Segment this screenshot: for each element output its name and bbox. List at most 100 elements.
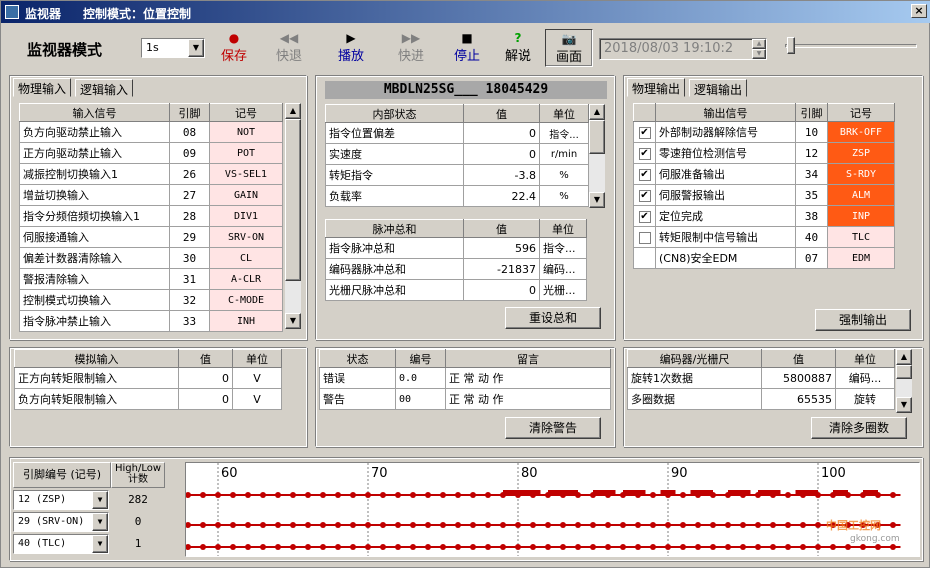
slider-thumb[interactable] xyxy=(787,37,795,54)
zsp-high-pulse xyxy=(863,490,878,496)
table-row[interactable]: 负方向转矩限制输入 0 V xyxy=(14,388,282,410)
table-row[interactable]: 错误 0.0 正 常 动 作 xyxy=(319,367,611,389)
table-row[interactable]: 警告 00 正 常 动 作 xyxy=(319,388,611,410)
table-row[interactable]: 减振控制切换输入1 26 VS-SEL1 xyxy=(19,163,283,185)
signal-select[interactable]: 29 (SRV-ON) ▼ xyxy=(13,512,109,532)
table-row[interactable]: 指令分频倍频切换输入1 28 DIV1 xyxy=(19,205,283,227)
status-message: 正 常 动 作 xyxy=(445,388,611,410)
input-pin: 32 xyxy=(169,289,210,311)
camera-icon: 📷 xyxy=(561,32,577,46)
output-signal-name: 零速箝位检测信号 xyxy=(655,142,796,164)
play-button[interactable]: ▶ 播放 xyxy=(331,31,371,64)
spin-up-icon[interactable]: ▲ xyxy=(752,39,766,49)
rewind-button[interactable]: ◀◀ 快退 xyxy=(269,31,309,64)
sample-point xyxy=(575,544,581,550)
stop-button[interactable]: ■ 停止 xyxy=(449,31,485,64)
reset-sum-button[interactable]: 重设总和 xyxy=(505,307,601,329)
save-button[interactable]: ● 保存 xyxy=(215,31,253,64)
scroll-up-icon[interactable]: ▲ xyxy=(896,349,912,365)
table-row[interactable]: ✔ 零速箝位检测信号 12 ZSP xyxy=(633,142,895,164)
explain-button[interactable]: ? 解说 xyxy=(499,31,537,64)
tab-logical-output[interactable]: 逻辑输出 xyxy=(689,79,748,97)
output-checkbox[interactable]: ✔ xyxy=(638,168,651,181)
sample-point xyxy=(695,522,701,528)
table-row[interactable]: 光栅尺脉冲总和 0 光栅... xyxy=(325,279,587,301)
output-symbol: ZSP xyxy=(827,142,895,164)
clear-warning-button[interactable]: 清除警告 xyxy=(505,417,601,439)
table-row[interactable]: 转矩指令 -3.8% xyxy=(325,164,589,186)
scroll-thumb[interactable] xyxy=(285,119,301,281)
scroll-down-icon[interactable]: ▼ xyxy=(589,192,605,208)
forward-button[interactable]: ▶▶ 快进 xyxy=(391,31,431,64)
clear-multiturn-button[interactable]: 清除多圈数 xyxy=(811,417,907,439)
table-row[interactable]: 指令脉冲禁止输入 33 INH xyxy=(19,310,283,332)
scroll-down-icon[interactable]: ▼ xyxy=(896,397,912,413)
col-value: 值 xyxy=(761,349,836,368)
table-row[interactable]: 增益切换输入 27 GAIN xyxy=(19,184,283,206)
input-scrollbar[interactable]: ▲ ▼ xyxy=(285,103,301,329)
table-row[interactable]: 偏差计数器清除输入 30 CL xyxy=(19,247,283,269)
output-checkbox[interactable]: ✔ xyxy=(638,126,651,139)
sample-point xyxy=(186,492,191,498)
signal-select[interactable]: 40 (TLC) ▼ xyxy=(13,534,109,554)
table-row[interactable]: 指令脉冲总和 596 指令... xyxy=(325,237,587,259)
table-row[interactable]: ✔ 伺服准备输出 34 S-RDY xyxy=(633,163,895,185)
table-row[interactable]: ✔ 定位完成 38 INP xyxy=(633,205,895,227)
scroll-up-icon[interactable]: ▲ xyxy=(285,103,301,119)
status-table: 状态 编号 留言 错误 0.0 正 常 动 作警告 00 正 常 动 作 xyxy=(319,349,611,410)
table-row[interactable]: 负载率 22.4% xyxy=(325,185,589,207)
table-row[interactable]: 负方向驱动禁止输入 08 NOT xyxy=(19,121,283,143)
input-pin: 28 xyxy=(169,205,210,227)
output-checkbox[interactable] xyxy=(638,231,651,244)
window-title: 监视器 xyxy=(25,7,62,21)
signal-select[interactable]: 12 (ZSP) ▼ xyxy=(13,490,109,510)
output-checkbox[interactable]: ✔ xyxy=(638,147,651,160)
col-value: 值 xyxy=(178,349,233,368)
internal-scrollbar[interactable]: ▲ ▼ xyxy=(589,104,605,208)
scroll-up-icon[interactable]: ▲ xyxy=(589,104,605,120)
table-row[interactable]: 控制模式切换输入 32 C-MODE xyxy=(19,289,283,311)
scroll-thumb[interactable] xyxy=(589,120,605,154)
table-row[interactable]: 实速度 0 r/min xyxy=(325,143,589,165)
sample-point xyxy=(620,544,626,550)
table-row[interactable]: 指令位置偏差 0 指令... xyxy=(325,122,589,144)
scroll-thumb[interactable] xyxy=(896,365,912,379)
physical-output-table: 输出信号 引脚 记号 ✔ 外部制动器解除信号 10 BRK-OFF ✔ 零速箝位检测信号 12 Z… xyxy=(633,103,895,269)
table-row[interactable]: 转矩限制中信号输出 40 TLC xyxy=(633,226,895,248)
force-output-button[interactable]: 强制输出 xyxy=(815,309,911,331)
scroll-down-icon[interactable]: ▼ xyxy=(285,313,301,329)
table-row[interactable]: 旋转1次数据 5800887 编码... xyxy=(627,367,895,389)
table-row[interactable]: 伺服接通输入 29 SRV-ON xyxy=(19,226,283,248)
table-row[interactable]: ✔ 外部制动器解除信号 10 BRK-OFF xyxy=(633,121,895,143)
pulse-sum-unit: 编码... xyxy=(539,258,587,280)
spin-down-icon[interactable]: ▼ xyxy=(752,49,766,59)
tab-physical-input[interactable]: 物理输入 xyxy=(13,78,72,97)
output-pin: 12 xyxy=(795,142,828,164)
sample-point xyxy=(785,522,791,528)
close-button[interactable]: × xyxy=(911,4,927,18)
output-checkbox[interactable]: ✔ xyxy=(638,189,651,202)
col-unit: 单位 xyxy=(539,219,587,238)
table-row[interactable]: 警报清除输入 31 A-CLR xyxy=(19,268,283,290)
signal-header-pin-label: 引脚编号 (记号) xyxy=(22,468,102,481)
output-checkbox[interactable]: ✔ xyxy=(638,210,651,223)
sample-point xyxy=(470,522,476,528)
table-row[interactable]: 正方向驱动禁止输入 09 POT xyxy=(19,142,283,164)
playback-slider[interactable] xyxy=(785,44,917,48)
interval-select[interactable]: 1s ▼ xyxy=(141,38,205,58)
datetime-field[interactable]: 2018/08/03 19:10:2 ▲ ▼ xyxy=(599,38,767,60)
pulse-sum-name: 编码器脉冲总和 xyxy=(325,258,464,280)
tab-logical-input[interactable]: 逻辑输入 xyxy=(75,79,134,97)
encoder-scrollbar[interactable]: ▲ ▼ xyxy=(896,349,912,413)
table-row[interactable]: (CN8)安全EDM 07 EDM xyxy=(633,247,895,269)
table-row[interactable]: 多圈数据 65535 旋转 xyxy=(627,388,895,410)
sample-point xyxy=(245,492,251,498)
table-row[interactable]: ✔ 伺服警报输出 35 ALM xyxy=(633,184,895,206)
sample-point xyxy=(695,544,701,550)
tab-physical-output[interactable]: 物理输出 xyxy=(627,78,686,97)
screen-button[interactable]: 📷 画面 xyxy=(545,29,593,67)
play-label: 播放 xyxy=(337,49,364,64)
table-row[interactable]: 正方向转矩限制输入 0 V xyxy=(14,367,282,389)
sample-point xyxy=(500,544,506,550)
table-row[interactable]: 编码器脉冲总和 -21837 编码... xyxy=(325,258,587,280)
